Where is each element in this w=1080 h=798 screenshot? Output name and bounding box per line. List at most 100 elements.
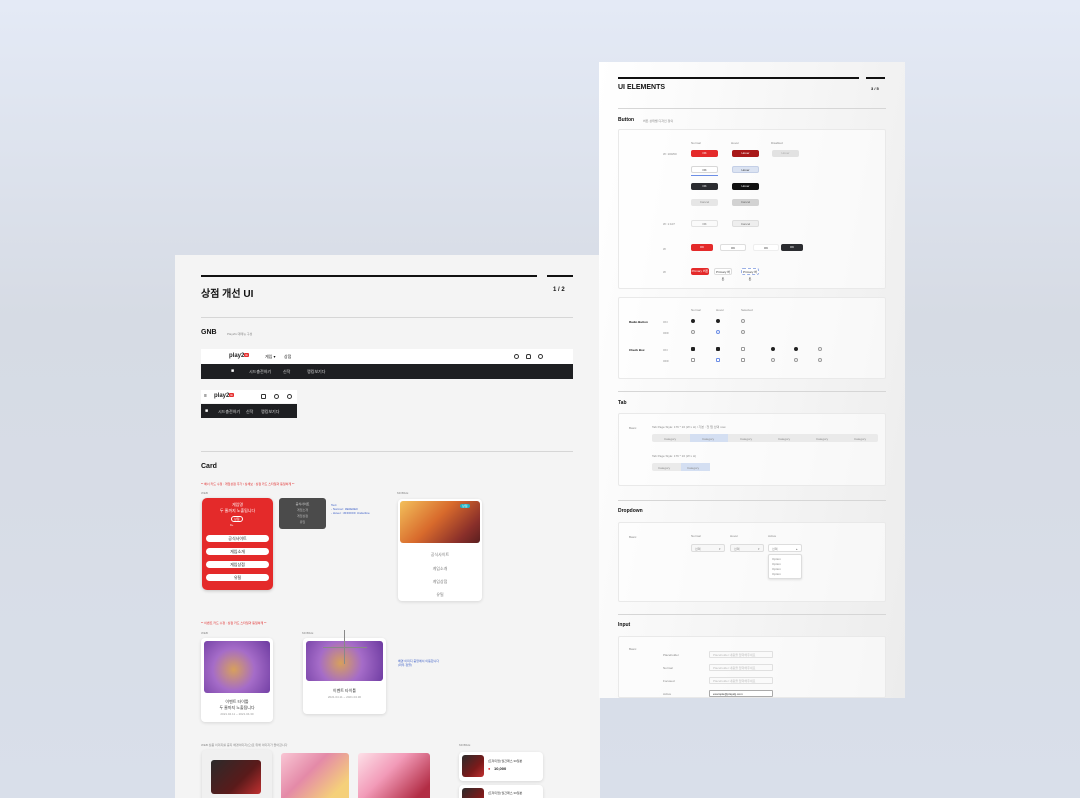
radio-off-disabled[interactable]	[741, 330, 745, 334]
menu-item[interactable]: 유틸	[398, 592, 482, 598]
tag-button-focus[interactable]: Primary 버튼	[741, 268, 759, 281]
dropdown-normal[interactable]: 선택 ▾	[691, 544, 725, 552]
bar-item-new[interactable]: 신작	[246, 409, 253, 415]
user-icon[interactable]	[514, 354, 519, 359]
bell-icon[interactable]	[526, 354, 531, 359]
menu-item[interactable]: 공식사이트	[279, 502, 326, 506]
checkbox-on-hover[interactable]	[716, 347, 720, 351]
product-list-item[interactable]: [프리미엄] 월간패스 30일분	[459, 785, 543, 798]
checkbox-off-disabled[interactable]	[741, 358, 745, 362]
menu-item[interactable]: 게임상점	[279, 514, 326, 518]
dark-button-hover[interactable]: Hover	[732, 183, 759, 190]
checkbox-off[interactable]	[691, 358, 695, 362]
globe-icon[interactable]	[538, 354, 543, 359]
secondary-button[interactable]: OK	[691, 166, 718, 173]
dropdown-option[interactable]: Option	[772, 562, 781, 566]
small-button[interactable]: OK	[691, 220, 718, 227]
dropdown-option[interactable]: Option	[772, 567, 781, 571]
checkbox-disabled[interactable]	[741, 347, 745, 351]
radio-off[interactable]	[818, 358, 822, 362]
radio-on-hover[interactable]	[716, 319, 720, 323]
menu-item[interactable]: 게임소개	[279, 508, 326, 512]
text-input-placeholder[interactable]: Placeholder 내용을 입력해주세요	[709, 651, 773, 658]
dropdown-value: 선택	[695, 547, 701, 551]
menu-item[interactable]: 게임소개	[398, 566, 482, 572]
radio-off-hover[interactable]	[716, 330, 720, 334]
text-input-normal[interactable]: Placeholder 내용을 입력해주세요	[709, 664, 773, 671]
util-button[interactable]: 유틸	[206, 574, 269, 581]
dropdown-option[interactable]: Option	[772, 557, 781, 561]
primary-button-small[interactable]: OK	[691, 244, 713, 251]
cancel-button[interactable]: Cancel	[691, 199, 718, 206]
play2-logo[interactable]: play2G	[229, 353, 249, 359]
bell-icon[interactable]	[274, 394, 279, 399]
game-intro-button[interactable]: 게임소개	[206, 548, 269, 555]
primary-button[interactable]: OK	[691, 150, 718, 157]
page-number: 3 / 5	[871, 86, 879, 91]
text-input-active[interactable]: example@play2g.com	[709, 690, 773, 697]
gnb-menu-store[interactable]: 상점	[284, 354, 291, 360]
bar-item-ranking[interactable]: 랭킹보기다	[261, 409, 279, 415]
radio-off[interactable]	[818, 347, 822, 351]
mobile-game-card[interactable]: 상점 공식사이트 게임소개 게임상점 유틸	[398, 499, 482, 601]
primary-button-hover[interactable]: Hover	[732, 150, 759, 157]
bar-item-ranking[interactable]: 랭킹보기다	[307, 369, 325, 375]
dropdown-hover[interactable]: 선택 ▾	[730, 544, 764, 552]
secondary-button-small[interactable]: OK	[720, 244, 746, 251]
tab-category[interactable]: Category	[854, 437, 866, 441]
globe-icon[interactable]	[287, 394, 292, 399]
col-label: Hover	[716, 308, 725, 312]
row-label: W: 1:107	[663, 222, 675, 226]
home-icon[interactable]: ■	[205, 408, 208, 414]
bar-item-charge[interactable]: 시드충전하기	[249, 369, 271, 375]
guide-line	[323, 647, 367, 648]
radio-off[interactable]	[794, 358, 798, 362]
radio-off[interactable]	[691, 330, 695, 334]
row-label: ON	[663, 348, 668, 352]
play2-logo-mobile[interactable]: play2G	[214, 393, 234, 399]
dark-button[interactable]: OK	[691, 183, 718, 190]
dark-button-small[interactable]: OK	[781, 244, 803, 251]
row-label: OFF	[663, 331, 669, 335]
menu-item[interactable]: 공식사이트	[398, 552, 482, 558]
gnb-menu-game[interactable]: 게임 ▾	[265, 354, 275, 360]
game-banner-card[interactable]: 게임명 두 줄까지 노출됩니다 상점 9+ 공식사이트 게임소개 게임상점 유틸	[202, 498, 273, 590]
tab-category[interactable]: Category	[740, 437, 752, 441]
primary-button-disabled[interactable]: Hover	[772, 150, 799, 157]
tag-button-outline[interactable]: Primary 버튼	[714, 268, 732, 281]
checkbox-on[interactable]	[691, 347, 695, 351]
radio-disabled[interactable]	[741, 319, 745, 323]
tab-category-selected[interactable]: Category	[687, 466, 699, 470]
menu-item[interactable]: 유틸	[279, 520, 326, 524]
tab-category[interactable]: Category	[816, 437, 828, 441]
tab-category[interactable]: Category	[664, 437, 676, 441]
dropdown-active[interactable]: 선택 ▴	[768, 544, 802, 552]
tab-category[interactable]: Category	[778, 437, 790, 441]
checkbox-off-hover[interactable]	[716, 358, 720, 362]
menu-item[interactable]: 게임상점	[398, 579, 482, 585]
tag-button[interactable]: Primary 버튼	[691, 268, 709, 275]
product-card[interactable]	[202, 750, 272, 798]
game-store-button[interactable]: 게임상점	[206, 561, 269, 568]
event-card-web[interactable]: 이벤트 타이틀 두 줄까지 노출됩니다 2021.04.11 ~ 2021.04…	[201, 638, 273, 722]
radio-on[interactable]	[794, 347, 798, 351]
cancel-button-hover[interactable]: Cancel	[732, 199, 759, 206]
home-icon[interactable]: ■	[231, 368, 234, 374]
radio-on[interactable]	[691, 319, 695, 323]
bar-item-new[interactable]: 신작	[283, 369, 290, 375]
input-placeholder: Placeholder 내용을 입력해주세요	[713, 679, 756, 683]
dropdown-option[interactable]: Option	[772, 572, 781, 576]
radio-on[interactable]	[771, 347, 775, 351]
tab-category[interactable]: Category	[658, 466, 670, 470]
outline-button-small[interactable]: OK	[753, 244, 779, 251]
radio-off[interactable]	[771, 358, 775, 362]
text-input-focused[interactable]: Placeholder 내용을 입력해주세요	[709, 677, 773, 684]
hamburger-icon[interactable]: ≡	[204, 393, 207, 399]
small-button-hover[interactable]: Cancel	[732, 220, 759, 227]
official-site-button[interactable]: 공식사이트	[206, 535, 269, 542]
secondary-button-hover[interactable]: Hover	[732, 166, 759, 173]
bar-item-charge[interactable]: 시드충전하기	[218, 409, 240, 415]
save-icon[interactable]	[261, 394, 266, 399]
tab-category-selected[interactable]: Category	[702, 437, 714, 441]
product-list-item[interactable]: [프리미엄] 월간패스 30일분 ● 10,000	[459, 752, 543, 781]
